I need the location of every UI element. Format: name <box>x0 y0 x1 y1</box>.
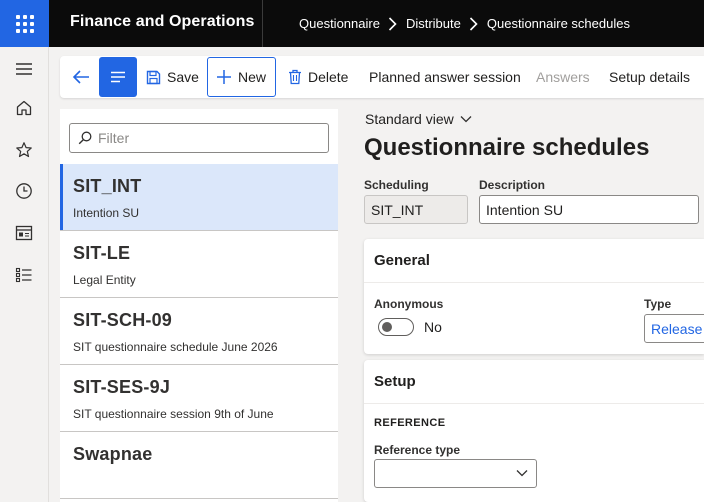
list-item-title: SIT-SES-9J <box>73 377 171 397</box>
filter-box[interactable] <box>69 123 329 153</box>
plus-icon <box>217 70 231 84</box>
trash-icon <box>289 69 301 85</box>
list-item-subtitle: Legal Entity <box>73 273 136 287</box>
answers-button[interactable]: Answers <box>536 56 590 98</box>
new-label: New <box>238 69 267 85</box>
description-field[interactable]: Intention SU <box>479 195 699 224</box>
arrow-left-icon <box>72 70 89 84</box>
modules-list-icon[interactable] <box>14 265 34 285</box>
anonymous-value: No <box>424 319 442 335</box>
list-item[interactable]: SIT-LE Legal Entity <box>60 231 338 298</box>
type-field[interactable]: Release <box>644 314 704 343</box>
breadcrumb-item-questionnaire-schedules[interactable]: Questionnaire schedules <box>487 16 630 31</box>
filter-input[interactable] <box>98 130 318 146</box>
top-divider <box>262 0 263 47</box>
view-selector-label: Standard view <box>365 111 454 127</box>
reference-type-dropdown[interactable] <box>374 459 537 488</box>
breadcrumb: Questionnaire Distribute Questionnaire s… <box>299 16 630 31</box>
workspaces-icon[interactable] <box>14 223 34 243</box>
search-icon <box>78 131 92 145</box>
delete-button[interactable]: Delete <box>288 56 348 98</box>
list-item-title: Swapnae <box>73 444 153 464</box>
new-button[interactable]: New <box>207 57 277 97</box>
view-selector[interactable]: Standard view <box>365 111 472 127</box>
list-item-subtitle: SIT questionnaire session 9th of June <box>73 407 274 421</box>
description-label: Description <box>479 178 546 192</box>
reference-section-heading: REFERENCE <box>374 417 446 429</box>
chevron-down-icon <box>516 470 528 477</box>
chevron-down-icon <box>460 116 472 123</box>
type-value: Release <box>651 320 703 337</box>
setup-fasttab: Setup REFERENCE Reference type <box>364 360 704 502</box>
list-item-subtitle: SIT questionnaire schedule June 2026 <box>73 340 278 354</box>
list-item-subtitle: Intention SU <box>73 206 140 220</box>
save-icon <box>146 70 161 84</box>
scheduling-label: Scheduling <box>364 178 429 192</box>
list-item[interactable]: Swapnae <box>60 432 338 499</box>
setup-details-button[interactable]: Setup details <box>609 56 690 98</box>
delete-label: Delete <box>308 69 349 85</box>
reference-type-label: Reference type <box>374 443 461 457</box>
page-title: Questionnaire schedules <box>364 134 650 161</box>
action-pane: Save New Delete Planned answer session A… <box>60 56 704 98</box>
list-item-title: SIT_INT <box>73 176 142 196</box>
type-label: Type <box>644 297 672 311</box>
hamburger-menu-icon[interactable] <box>14 59 34 79</box>
navigation-rail <box>0 47 49 502</box>
chevron-right-icon <box>461 16 487 31</box>
list-item[interactable]: SIT-SES-9J SIT questionnaire session 9th… <box>60 365 338 432</box>
record-list-pane: SIT_INT Intention SU SIT-LE Legal Entity… <box>60 109 338 502</box>
scheduling-field: SIT_INT <box>364 195 468 224</box>
anonymous-toggle[interactable] <box>378 318 414 336</box>
general-fasttab: General Anonymous No Type Release <box>364 239 704 354</box>
breadcrumb-item-distribute[interactable]: Distribute <box>406 16 461 31</box>
breadcrumb-item-questionnaire[interactable]: Questionnaire <box>299 16 380 31</box>
list-item-title: SIT-LE <box>73 243 131 263</box>
list-item[interactable]: SIT-SCH-09 SIT questionnaire schedule Ju… <box>60 298 338 365</box>
back-button[interactable] <box>70 56 92 98</box>
list-icon <box>111 71 125 83</box>
star-icon[interactable] <box>14 140 34 160</box>
record-list: SIT_INT Intention SU SIT-LE Legal Entity… <box>60 164 338 499</box>
planned-answer-session-button[interactable]: Planned answer session <box>369 56 521 98</box>
app-launcher-button[interactable] <box>0 0 49 47</box>
chevron-right-icon <box>380 16 406 31</box>
setup-header[interactable]: Setup <box>364 360 704 404</box>
list-view-toggle-button[interactable] <box>99 57 137 97</box>
save-label: Save <box>167 69 199 85</box>
top-bar: Finance and Operations Questionnaire Dis… <box>0 0 704 47</box>
home-icon[interactable] <box>14 98 34 118</box>
anonymous-label: Anonymous <box>374 297 444 311</box>
list-item-title: SIT-SCH-09 <box>73 310 173 330</box>
app-title: Finance and Operations <box>70 13 255 30</box>
general-header[interactable]: General <box>364 239 704 283</box>
list-item[interactable]: SIT_INT Intention SU <box>60 164 338 231</box>
waffle-icon <box>15 14 34 33</box>
toggle-knob <box>382 322 392 332</box>
recent-clock-icon[interactable] <box>14 181 34 201</box>
save-button[interactable]: Save <box>146 56 199 98</box>
